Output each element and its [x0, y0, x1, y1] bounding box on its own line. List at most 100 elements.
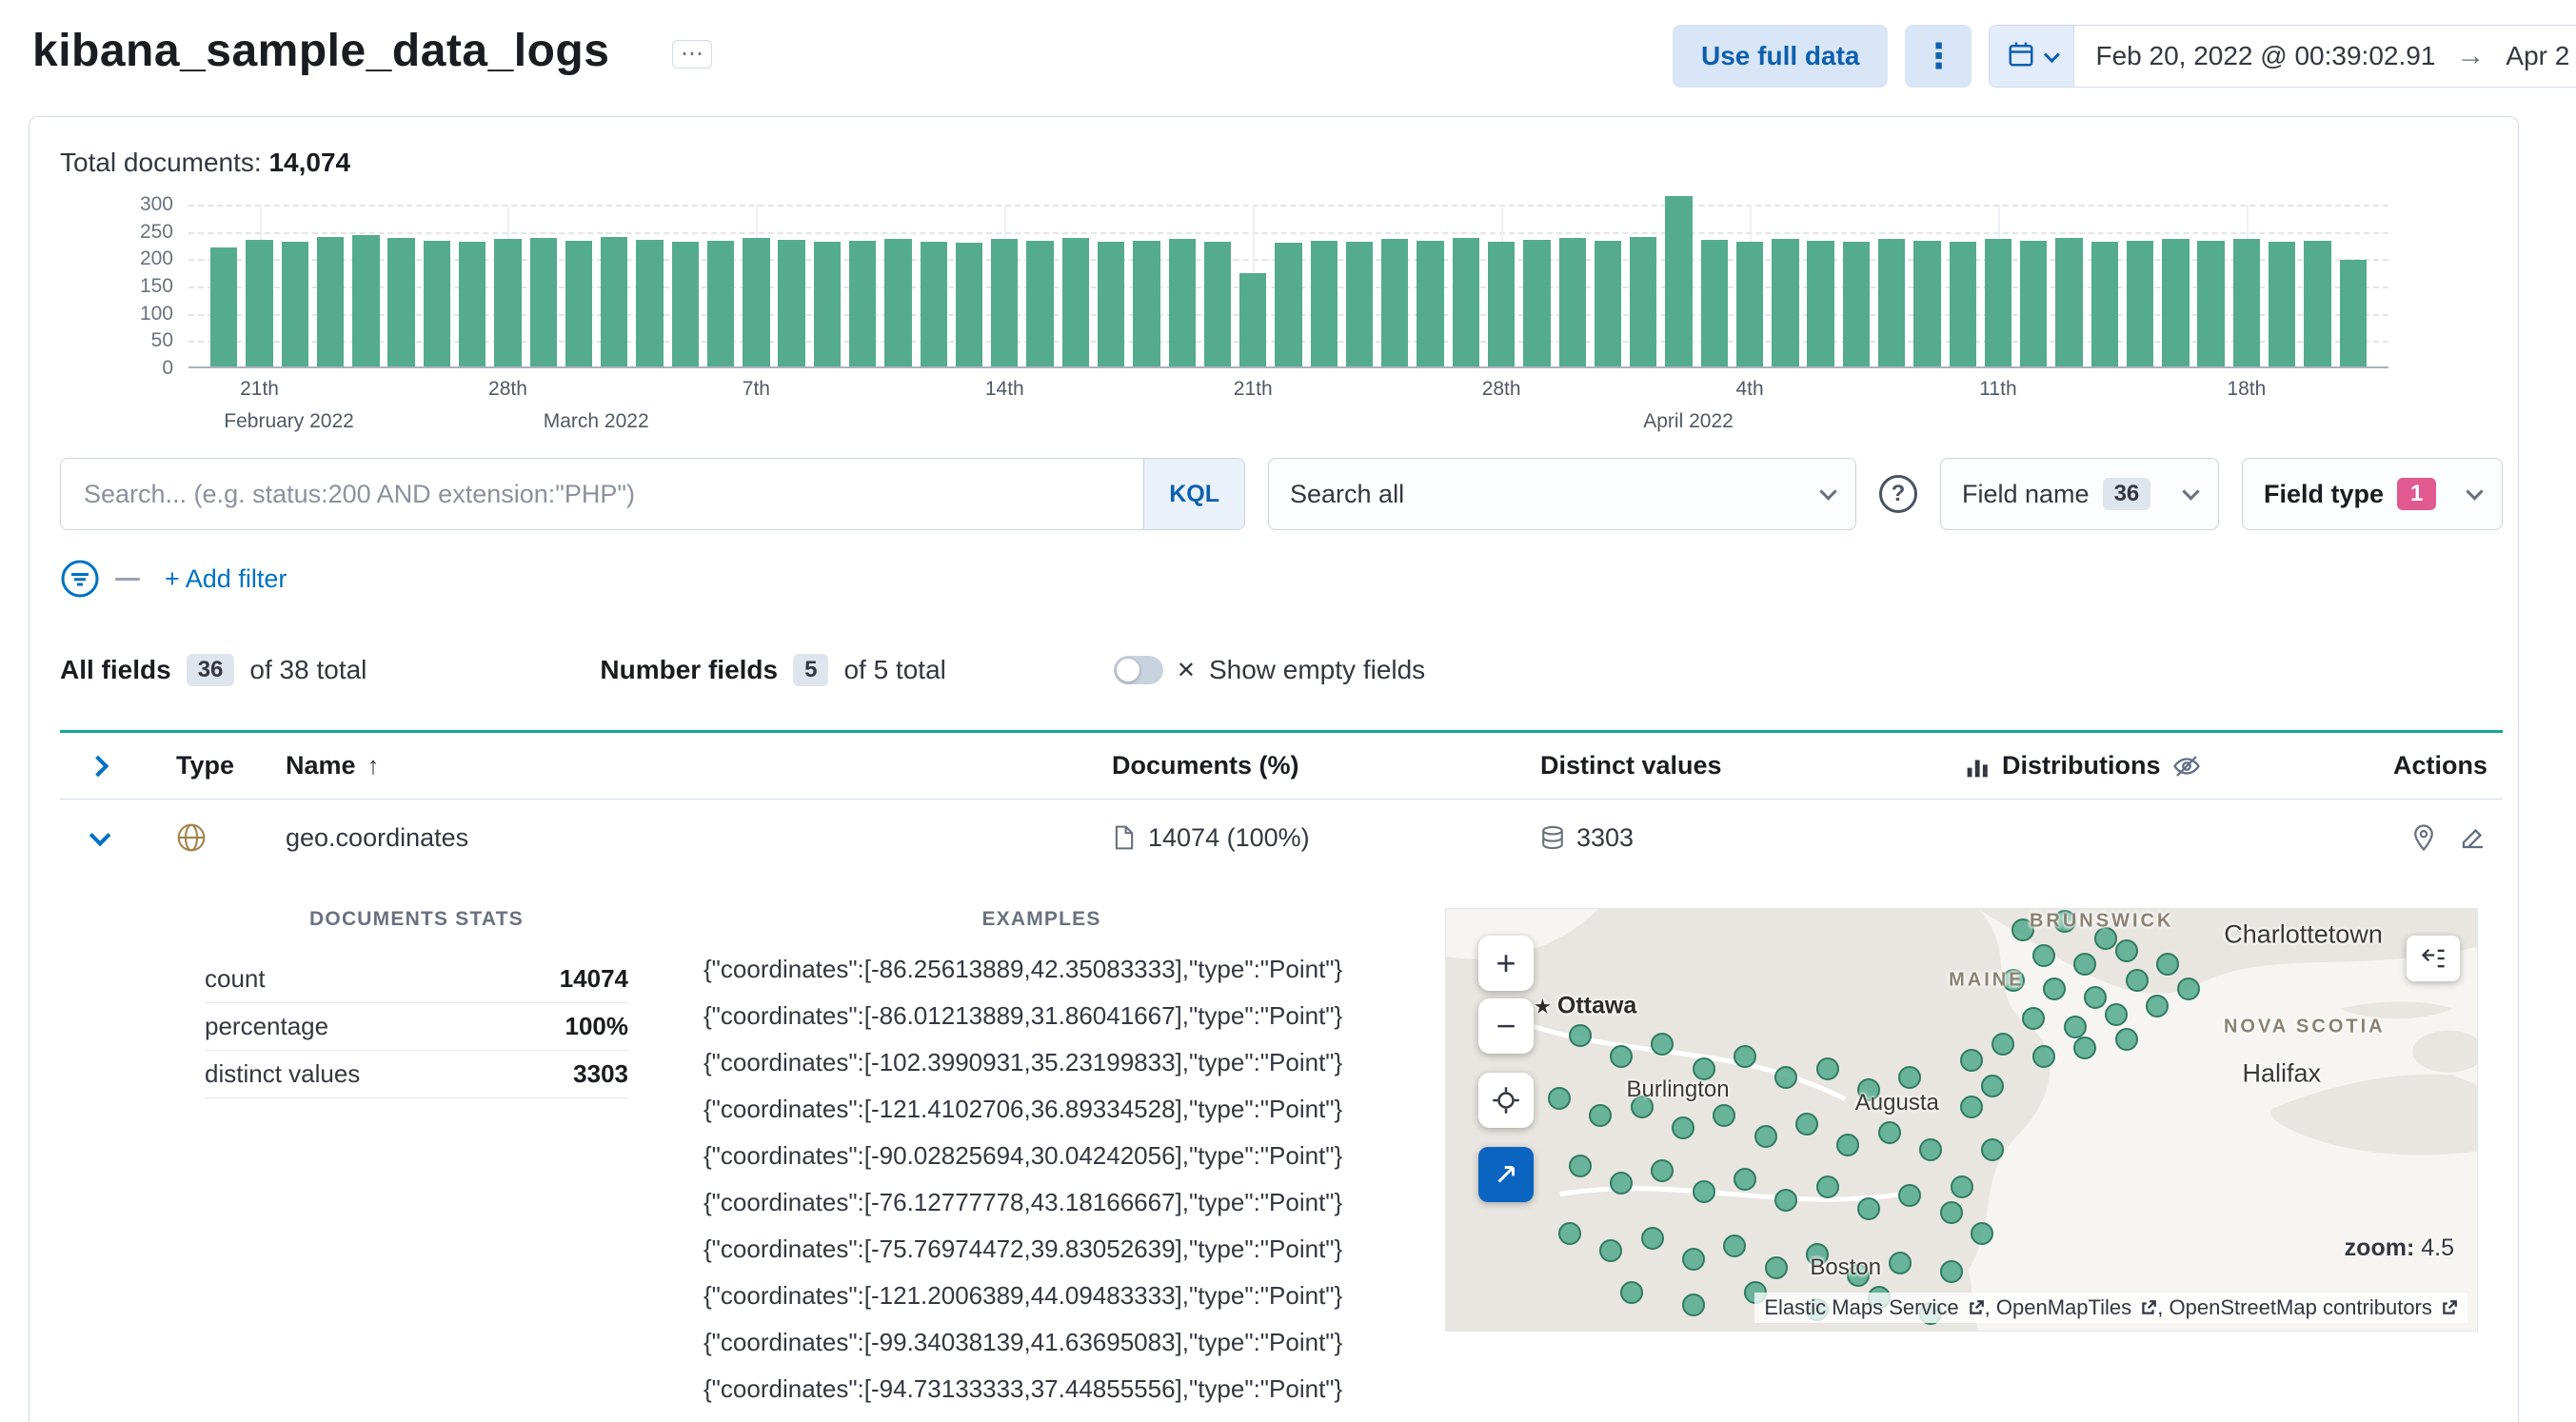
date-range-end[interactable]: Apr 2 [2485, 41, 2576, 71]
y-axis-label: 300 [139, 193, 173, 215]
histogram-bar [2020, 241, 2048, 366]
column-header-distributions[interactable]: Distributions [1923, 751, 2342, 780]
use-full-data-button[interactable]: Use full data [1673, 25, 1889, 88]
map-point [1557, 1222, 1581, 1246]
capital-star-icon: ★ [1534, 996, 1552, 1018]
index-options-button[interactable]: ⋯ [672, 40, 712, 69]
histogram-bar [743, 237, 770, 366]
histogram-bar [1807, 241, 1834, 366]
histogram-bar [1203, 241, 1232, 366]
x-axis-month-label: April 2022 [1643, 410, 1734, 432]
attribution-link[interactable]: OpenMapTiles [1996, 1295, 2157, 1319]
date-range-start[interactable]: Feb 20, 2022 @ 00:39:02.91 [2074, 41, 2456, 71]
map-point [1939, 1200, 1963, 1224]
map-point [1568, 1023, 1592, 1047]
map-point [1599, 1238, 1623, 1262]
histogram-bar [920, 241, 947, 366]
map-place-label: Burlington [1626, 1076, 1730, 1103]
column-header-documents[interactable]: Documents (%) [1069, 751, 1497, 780]
all-fields-count-badge: 36 [186, 654, 235, 686]
map-place-label: MAINE [1949, 969, 2025, 991]
more-options-button[interactable]: ⋮ [1905, 25, 1972, 88]
map-point [1857, 1196, 1881, 1220]
stat-value: 14074 [559, 964, 628, 993]
chevron-down-icon [2466, 482, 2484, 501]
expand-all-button[interactable] [87, 755, 109, 777]
histogram-bar [2126, 240, 2154, 366]
y-axis-label: 250 [139, 220, 173, 243]
eye-slash-icon[interactable] [2172, 752, 2201, 780]
map-preview[interactable]: BRUNSWICK Charlottetown MAINE ★ Ottawa NOVA S… [1445, 908, 2478, 1332]
collapse-row-button[interactable] [89, 824, 111, 847]
examples-list: {"coordinates":[-86.25613889,42.35083333… [703, 956, 1379, 1402]
documents-stats-section: DOCUMENTS STATS count 14074 percentage 1… [205, 908, 628, 1098]
date-range-picker[interactable]: Feb 20, 2022 @ 00:39:02.91 → Apr 2 [1989, 25, 2576, 88]
histogram-bar [565, 241, 593, 366]
histogram-bar [1630, 236, 1657, 366]
search-input[interactable] [61, 459, 1144, 529]
stat-value: 100% [565, 1012, 629, 1040]
y-axis-label: 150 [139, 275, 173, 297]
map-point [1991, 1032, 2014, 1056]
expand-map-button[interactable] [1478, 1147, 1534, 1202]
map-point [2146, 994, 2170, 1017]
field-documents: 14074 (100%) [1069, 823, 1497, 853]
map-point [2032, 943, 2056, 967]
histogram-bar [423, 241, 451, 366]
help-icon[interactable]: ? [1879, 475, 1917, 513]
bar-chart-icon [1966, 754, 1991, 779]
example-value: {"coordinates":[-86.01213889,31.86041667… [703, 1001, 1343, 1030]
field-name-count-badge: 36 [2102, 478, 2151, 510]
x-axis-label: 14th [984, 378, 1024, 400]
search-all-select[interactable]: Search all [1268, 458, 1856, 530]
histogram-bar [494, 239, 522, 366]
edit-field-button[interactable] [2459, 823, 2487, 852]
column-header-distinct-values[interactable]: Distinct values [1497, 751, 1923, 780]
attribution-link[interactable]: Elastic Maps Service [1764, 1295, 1984, 1319]
field-name-label: Field name [1962, 479, 2090, 508]
map-point [1734, 1045, 1757, 1069]
field-details-expanded: DOCUMENTS STATS count 14074 percentage 1… [60, 876, 2503, 1422]
map-point [2176, 978, 2200, 1001]
histogram-bar [1168, 239, 1196, 366]
calendar-icon [2007, 40, 2035, 73]
histogram-bar [210, 247, 238, 366]
show-empty-fields-toggle[interactable] [1113, 656, 1163, 684]
y-axis-label: 200 [139, 247, 173, 270]
add-filter-button[interactable]: + Add filter [165, 564, 287, 594]
fields-table: Type Name ↑ Documents (%) Distinct value… [60, 730, 2503, 1422]
filter-set-icon[interactable] [60, 559, 100, 599]
histogram-bar [955, 242, 983, 366]
zoom-indicator: zoom: 4.5 [2344, 1234, 2454, 1261]
number-fields-label: Number fields [600, 655, 779, 684]
map-point [2104, 1002, 2128, 1026]
total-documents-label: Total documents: [60, 148, 262, 177]
x-axis-label: 4th [1735, 378, 1764, 400]
example-value: {"coordinates":[-102.3990931,35.23199833… [703, 1048, 1343, 1076]
column-header-name[interactable]: Name ↑ [243, 751, 1069, 780]
histogram-bar [1097, 242, 1125, 366]
example-value: {"coordinates":[-94.73133333,37.44855556… [703, 1374, 1343, 1403]
field-row-geo-coordinates[interactable]: geo.coordinates 14074 (100%) 3303 [60, 800, 2503, 876]
map-point [1764, 1255, 1788, 1279]
view-in-maps-button[interactable] [2409, 823, 2438, 852]
field-name-select[interactable]: Field name 36 [1940, 458, 2219, 530]
histogram-bar [1026, 240, 1054, 366]
attribution-link[interactable]: OpenStreetMap contributors [2170, 1295, 2458, 1319]
kql-language-button[interactable]: KQL [1143, 459, 1244, 529]
zoom-in-button[interactable]: + [1478, 936, 1534, 991]
total-documents-value: 14,074 [268, 148, 351, 177]
histogram-bar [1877, 238, 1906, 366]
field-type-select[interactable]: Field type 1 [2242, 458, 2503, 530]
zoom-out-button[interactable]: − [1478, 998, 1534, 1054]
column-header-type[interactable]: Type [136, 751, 243, 780]
calendar-menu-button[interactable] [1990, 26, 2075, 87]
y-axis-label: 0 [162, 357, 173, 379]
histogram-bar [2162, 238, 2190, 366]
map-point [1980, 1137, 2004, 1161]
example-value: {"coordinates":[-75.76974472,39.83052639… [703, 1234, 1343, 1263]
locate-button[interactable] [1478, 1073, 1534, 1128]
histogram-bar [1700, 240, 1728, 366]
histogram-bar [1275, 243, 1302, 366]
map-legend-toggle-button[interactable] [2407, 936, 2460, 981]
